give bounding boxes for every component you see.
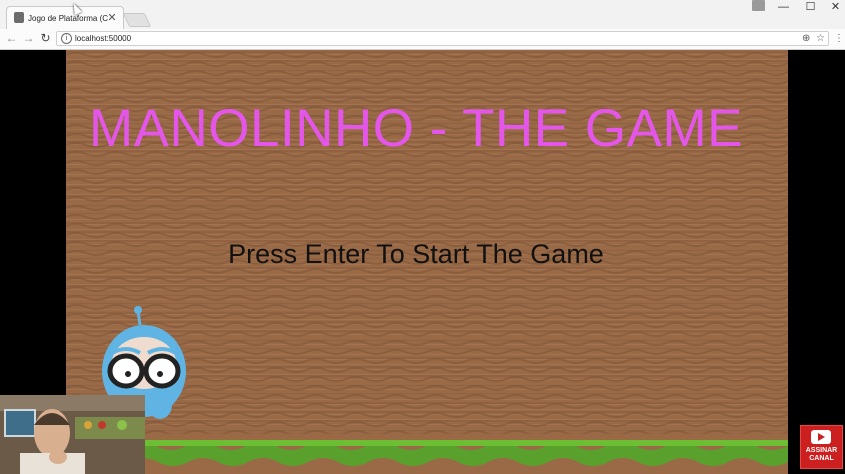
address-bar[interactable]: i localhost:50000 ⊕ ☆ — [56, 31, 829, 46]
site-info-icon[interactable]: i — [61, 33, 72, 44]
new-tab-button[interactable] — [122, 13, 152, 27]
zoom-icon[interactable]: ⊕ — [802, 32, 810, 45]
page-favicon-icon — [14, 12, 24, 23]
back-button[interactable]: ← — [4, 31, 19, 46]
browser-tab[interactable]: Jogo de Plataforma (Con ✕ — [6, 6, 124, 29]
reload-button[interactable]: ↻ — [38, 31, 53, 46]
subscribe-label: ASSINAR CANAL — [801, 447, 842, 463]
tab-close-icon[interactable]: ✕ — [106, 11, 118, 25]
bookmark-star-icon[interactable]: ☆ — [816, 32, 825, 45]
game-title: MANOLINHO - THE GAME — [89, 99, 743, 158]
youtube-play-icon — [811, 430, 831, 444]
maximize-button[interactable]: ☐ — [797, 0, 824, 14]
webcam-overlay — [0, 395, 145, 474]
game-canvas[interactable]: MANOLINHO - THE GAME Press Enter To Star… — [66, 50, 788, 474]
close-window-button[interactable]: ✕ — [822, 0, 845, 14]
subscribe-line-1: ASSINAR — [805, 447, 838, 454]
url-text[interactable]: localhost:50000 — [75, 32, 131, 45]
browser-menu-icon[interactable]: ⋮ — [834, 32, 844, 46]
tab-title: Jogo de Plataforma (Con — [28, 14, 108, 23]
ground-platform — [66, 434, 788, 474]
minimize-button[interactable]: — — [770, 0, 797, 14]
start-prompt: Press Enter To Start The Game — [228, 239, 604, 269]
browser-toolbar: ← → ↻ i localhost:50000 ⊕ ☆ ⋮ — [0, 29, 845, 50]
profile-icon[interactable] — [752, 0, 765, 11]
subscribe-channel-button[interactable]: ASSINAR CANAL — [800, 425, 843, 469]
tab-strip: Jogo de Plataforma (Con ✕ — ☐ ✕ — [0, 0, 845, 30]
subscribe-line-2: CANAL — [809, 455, 834, 462]
forward-button[interactable]: → — [21, 31, 36, 46]
